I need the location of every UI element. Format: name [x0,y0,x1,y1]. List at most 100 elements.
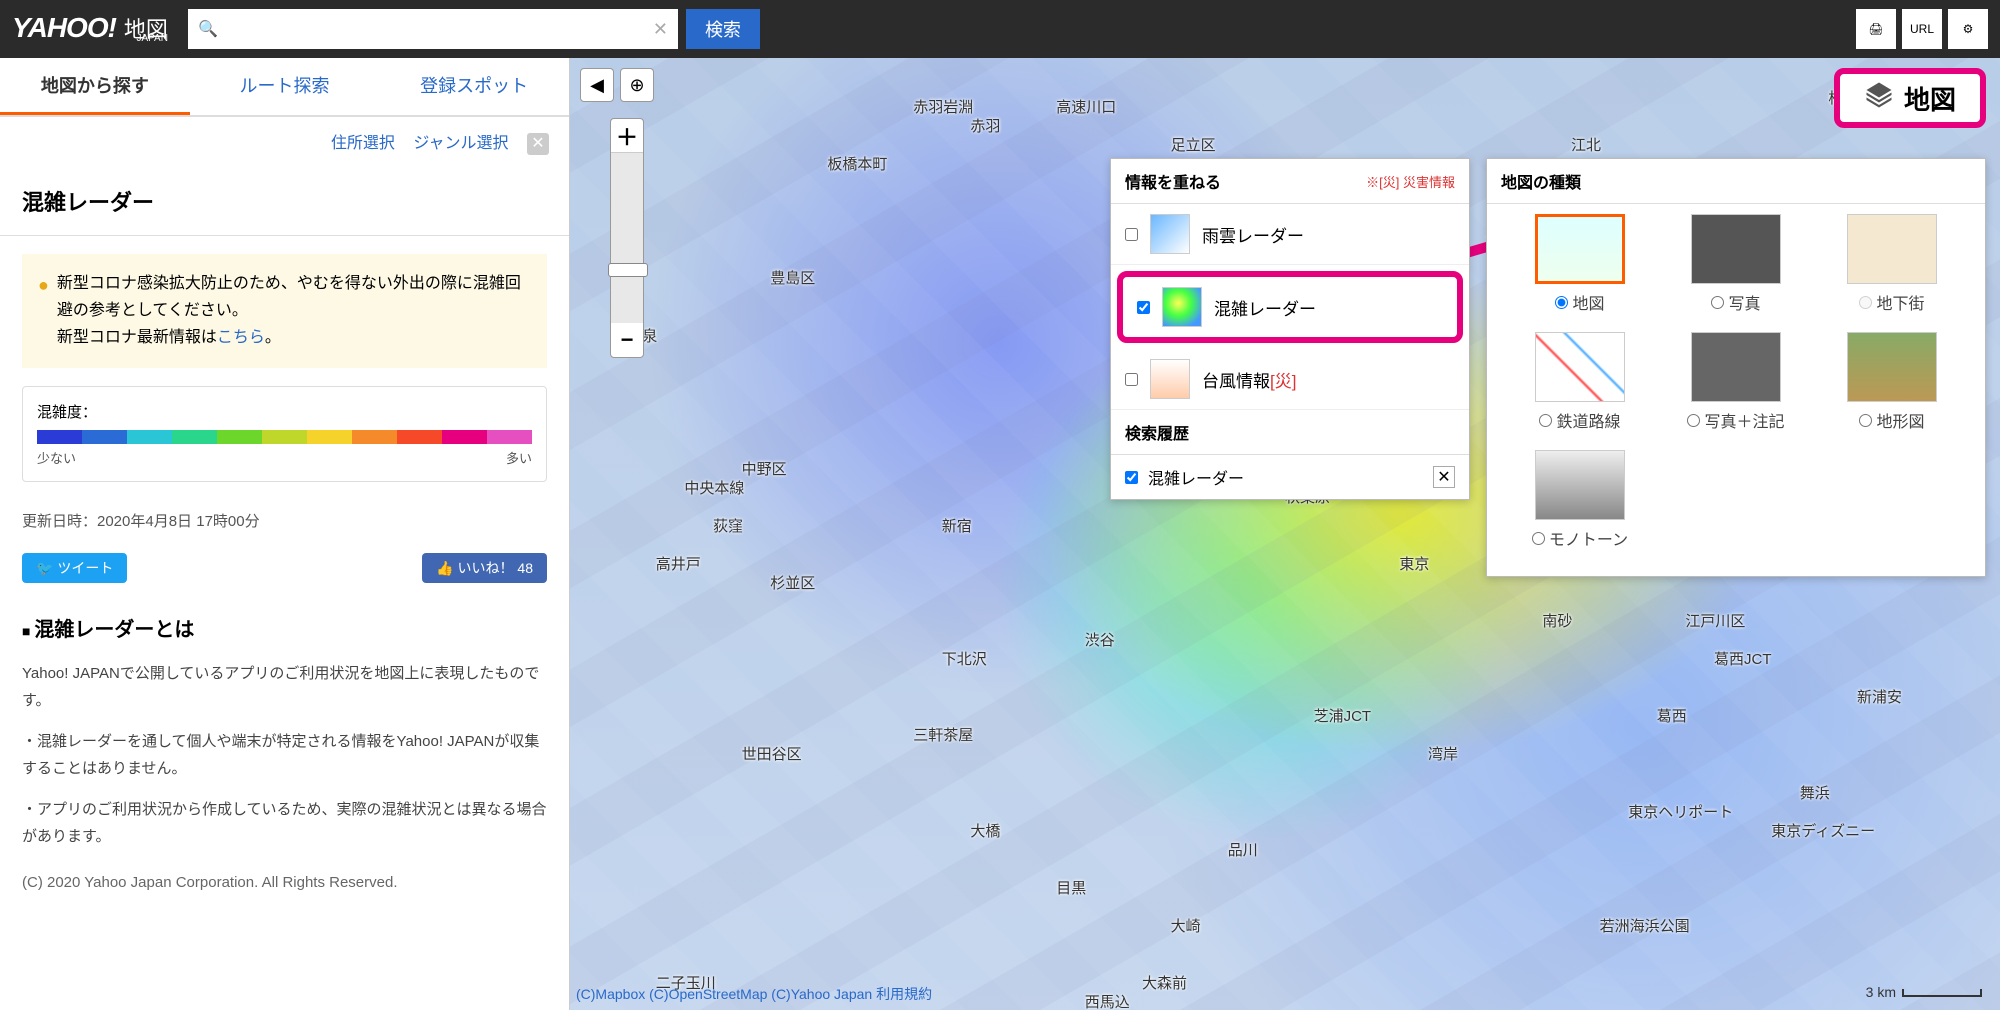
map-type-モノトーン[interactable]: モノトーン [1507,450,1653,550]
sidebar: 地図から探す ルート探索 登録スポット 住所選択 ジャンル選択 ✕ 混雑レーダー… [0,58,570,1010]
rain-checkbox[interactable] [1125,228,1138,241]
history-remove-button[interactable]: ✕ [1433,466,1455,488]
type-radio[interactable] [1711,296,1724,309]
attribution[interactable]: (C)Mapbox (C)OpenStreetMap (C)Yahoo Japa… [576,984,932,1004]
settings-button[interactable]: ⚙ [1948,9,1988,49]
typhoon-thumb-icon [1150,359,1190,399]
type-radio[interactable] [1859,296,1872,309]
place-label: 西馬込 [1085,991,1130,1010]
zoom-slider[interactable] [611,153,643,323]
place-label: 下北沢 [942,648,987,669]
page-title: 混雑レーダー [0,167,569,236]
url-button[interactable]: URL [1902,9,1942,49]
map-types-panel: 地図の種類 地図 写真 地下街 鉄道路線 写真＋注記 地形図 モノトーン [1486,158,1986,577]
legend-low: 少ない [37,448,76,467]
zoom-in-button[interactable]: ＋ [611,119,643,153]
crowd-checkbox[interactable] [1137,301,1150,314]
scale-bar: 3 km [1866,984,1982,1000]
overlay-note: ※[災] 災害情報 [1366,172,1455,191]
place-label: 東京ディズニー [1771,820,1875,841]
header: YAHOO!地図 JAPAN 🔍 ✕ 検索 🖨 URL ⚙ [0,0,2000,58]
place-label: 目黒 [1056,877,1086,898]
genre-select-link[interactable]: ジャンル選択 [413,135,508,152]
place-label: 湾岸 [1428,743,1458,764]
layers-button[interactable]: 地図 [1834,68,1986,128]
legend-label: 混雑度： [37,401,532,422]
overlay-rain-label: 雨雲レーダー [1202,222,1304,247]
zoom-out-button[interactable]: − [611,323,643,357]
type-radio[interactable] [1532,532,1545,545]
map-type-写真＋注記[interactable]: 写真＋注記 [1663,332,1809,432]
overlay-typhoon[interactable]: 台風情報[災] [1111,349,1469,410]
type-radio[interactable] [1555,296,1568,309]
tweet-button[interactable]: 🐦 ツイート [22,553,127,583]
logo[interactable]: YAHOO!地図 JAPAN [12,15,168,43]
map-type-写真[interactable]: 写真 [1663,214,1809,314]
place-label: 板橋本町 [827,153,887,174]
place-label: 新宿 [942,515,972,536]
locate-button[interactable]: ⊕ [620,68,654,102]
update-time: 更新日時：2020年4月8日 17時00分 [0,500,569,541]
like-button[interactable]: 👍 いいね！ 48 [422,553,547,583]
overlay-typhoon-label: 台風情報 [1202,372,1270,391]
place-label: 杉並区 [770,572,815,593]
crowd-thumb-icon [1162,287,1202,327]
place-label: 葛西JCT [1714,648,1772,669]
notice-box: ● 新型コロナ感染拡大防止のため、やむを得ない外出の際に混雑回避の参考としてくだ… [22,254,547,368]
overlay-crowd[interactable]: 混雑レーダー [1117,271,1463,343]
type-radio[interactable] [1539,414,1552,427]
history-header: 検索履歴 [1125,420,1189,444]
place-label: 江北 [1571,134,1601,155]
map-type-地下街[interactable]: 地下街 [1819,214,1965,314]
place-label: 赤羽 [970,115,1000,136]
map-type-鉄道路線[interactable]: 鉄道路線 [1507,332,1653,432]
place-label: 中野区 [742,458,787,479]
tab-spots[interactable]: 登録スポット [379,58,569,115]
tab-map-search[interactable]: 地図から探す [0,58,190,115]
clear-icon[interactable]: ✕ [653,19,668,40]
type-thumb-icon [1691,214,1781,284]
type-thumb-icon [1847,214,1937,284]
place-label: 東京ヘリポート [1628,801,1733,822]
place-label: 世田谷区 [742,743,802,764]
history-checkbox[interactable] [1125,471,1138,484]
body-p3: ・アプリのご利用状況から作成しているため、実際の混雑状況とは異なる場合があります… [0,796,569,864]
type-thumb-icon [1535,332,1625,402]
overlay-rain[interactable]: 雨雲レーダー [1111,204,1469,265]
place-label: 足立区 [1171,134,1216,155]
place-label: 大森前 [1142,972,1187,993]
print-button[interactable]: 🖨 [1856,9,1896,49]
address-select-link[interactable]: 住所選択 [331,135,395,152]
zoom-control: ＋ − [610,118,644,358]
info-icon: ● [38,270,49,352]
map-type-地図[interactable]: 地図 [1507,214,1653,314]
body-p2: ・混雑レーダーを通して個人や端末が特定される情報をYahoo! JAPANが収集… [0,728,569,796]
place-label: 豊島区 [770,267,815,288]
close-icon[interactable]: ✕ [527,133,549,155]
map-type-地形図[interactable]: 地形図 [1819,332,1965,432]
notice-link[interactable]: こちら [217,329,265,346]
place-label: 江戸川区 [1685,610,1745,631]
type-label: 鉄道路線 [1556,408,1620,432]
type-thumb-icon [1535,450,1625,520]
types-header: 地図の種類 [1501,169,1581,193]
tab-route[interactable]: ルート探索 [190,58,380,115]
search-button[interactable]: 検索 [686,9,760,49]
search-input[interactable] [188,9,678,49]
type-thumb-icon [1691,332,1781,402]
place-label: 葛西 [1657,705,1687,726]
type-label: 地下街 [1876,290,1924,314]
map[interactable]: 赤羽松戸豊島区中野区新宿秋葉原東京渋谷品川世田谷区江戸川区東京ディズニー東京ヘリ… [570,58,2000,1010]
zoom-handle[interactable] [608,263,648,277]
overlay-panel: 情報を重ねる ※[災] 災害情報 雨雲レーダー 混雑レーダー 台風情報[災] 検… [1110,158,1470,500]
layers-icon [1864,80,1894,117]
typhoon-checkbox[interactable] [1125,373,1138,386]
gear-icon: ⚙ [1963,22,1974,36]
type-radio[interactable] [1859,414,1872,427]
place-label: 南砂 [1542,610,1572,631]
collapse-button[interactable]: ◀ [580,68,614,102]
place-label: 新浦安 [1857,686,1902,707]
place-label: 大橋 [970,820,1000,841]
type-radio[interactable] [1687,414,1700,427]
rain-thumb-icon [1150,214,1190,254]
